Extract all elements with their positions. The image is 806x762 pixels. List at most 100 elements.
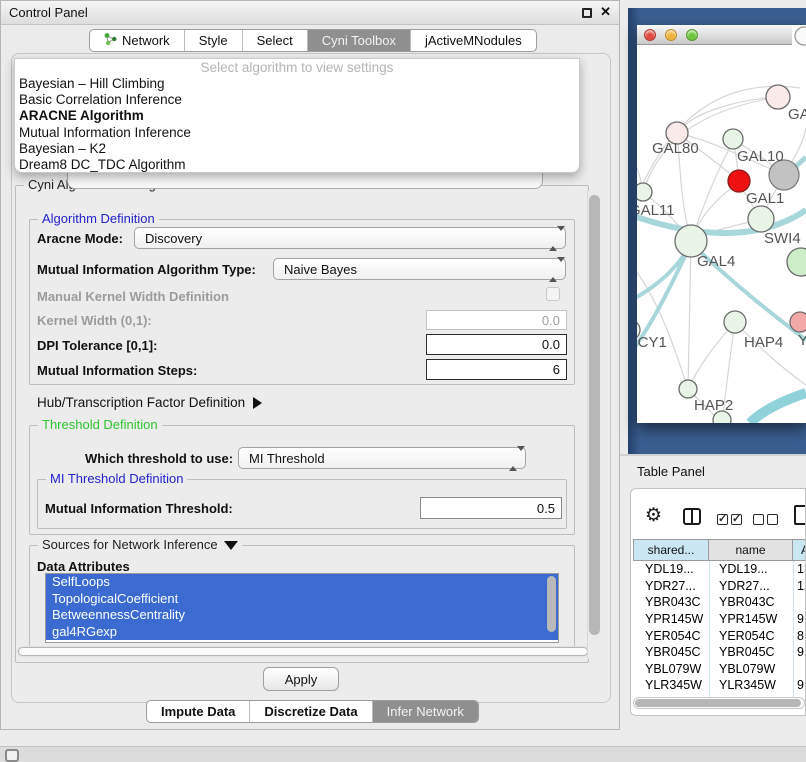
cell[interactable]: YBL079W [709, 662, 793, 676]
aracne-mode-select[interactable]: Discovery [134, 227, 566, 249]
tab-network[interactable]: Network [90, 30, 184, 51]
column-header-name[interactable]: name [709, 539, 793, 561]
kernel-width-label: Kernel Width (0,1): [37, 313, 152, 328]
tab-select[interactable]: Select [242, 30, 307, 51]
network-node-hap4[interactable] [724, 311, 746, 333]
cell[interactable]: YBL079W [633, 662, 709, 676]
network-node[interactable] [787, 248, 806, 276]
network-node[interactable] [795, 27, 806, 45]
which-threshold-select[interactable]: MI Threshold [238, 447, 526, 469]
table-row[interactable]: YBL079WYBL079W [633, 661, 806, 678]
mi-steps-input[interactable]: 6 [426, 359, 567, 380]
zoom-traffic-light-icon[interactable] [686, 29, 698, 41]
table-panel-title: Table Panel [637, 464, 705, 479]
cell[interactable]: 13 [793, 562, 806, 576]
cell[interactable]: 8. [793, 629, 806, 643]
settings-vertical-scrollbar[interactable] [587, 191, 600, 659]
cell[interactable]: YER054C [709, 629, 793, 643]
stepper-icon [549, 231, 558, 246]
tab-infer-network[interactable]: Infer Network [372, 701, 478, 722]
network-node[interactable] [790, 312, 806, 332]
table-row[interactable]: YBR045CYBR045C9. [633, 644, 806, 661]
cell[interactable]: YBR043C [709, 595, 793, 609]
popup-item[interactable]: Dream8 DC_TDC Algorithm [15, 157, 579, 173]
settings-horizontal-scrollbar[interactable] [17, 646, 589, 657]
kernel-width-value: 0.0 [542, 313, 560, 328]
mi-threshold-input[interactable]: 0.5 [420, 497, 562, 519]
cell[interactable]: 9. [793, 678, 806, 692]
node-label: GAL10 [737, 148, 784, 165]
cell[interactable]: YLR345W [709, 678, 793, 692]
popup-item-selected[interactable]: ARACNE Algorithm [15, 108, 579, 124]
table-scrollbar-thumb[interactable] [635, 699, 801, 707]
table-row[interactable]: YPR145WYPR145W9. [633, 611, 806, 628]
cell[interactable]: 9. [793, 645, 806, 659]
table-horizontal-scrollbar[interactable] [633, 697, 805, 709]
hub-definition-toggle[interactable]: Hub/Transcription Factor Definition [37, 395, 262, 410]
cell[interactable]: YPR145W [709, 612, 793, 626]
columns-icon[interactable] [683, 508, 701, 525]
float-window-icon[interactable] [582, 8, 592, 18]
gear-icon[interactable]: ⚙ [645, 504, 662, 527]
table-row[interactable]: YDL19...YDL19...13 [633, 561, 806, 578]
cell[interactable]: YBR043C [633, 595, 709, 609]
control-panel-title: Control Panel [9, 5, 88, 20]
network-node-gal1[interactable] [748, 206, 774, 232]
apply-button[interactable]: Apply [263, 667, 339, 691]
cell[interactable]: YPR145W [633, 612, 709, 626]
list-item[interactable]: SelfLoops [46, 574, 558, 591]
deselect-all-checkboxes-icon[interactable] [753, 512, 781, 530]
cell[interactable]: YDL19... [709, 562, 793, 576]
popup-item[interactable]: Bayesian – K2 [15, 141, 579, 157]
kernel-width-input[interactable]: 0.0 [426, 310, 567, 330]
tab-style[interactable]: Style [184, 30, 242, 51]
cell[interactable]: 9. [793, 612, 806, 626]
cell[interactable]: YDR27... [709, 579, 793, 593]
popup-item[interactable]: Bayesian – Hill Climbing [15, 76, 579, 92]
network-node-red[interactable] [728, 170, 750, 192]
column-header-clipped[interactable]: A [793, 539, 806, 561]
sources-toggle[interactable]: Sources for Network Inference [38, 537, 242, 552]
table-row[interactable]: YBR043CYBR043C [633, 594, 806, 611]
cell[interactable]: YBR045C [633, 645, 709, 659]
mi-algorithm-type-select[interactable]: Naive Bayes [273, 258, 566, 280]
vertical-scrollbar-thumb[interactable] [589, 195, 600, 635]
horizontal-scrollbar-thumb[interactable] [18, 647, 588, 656]
list-item[interactable]: TopologicalCoefficient [46, 591, 558, 608]
tab-jactivemnodules[interactable]: jActiveMNodules [410, 30, 536, 51]
popup-item[interactable]: Mutual Information Inference [15, 125, 579, 141]
network-node[interactable] [766, 85, 790, 109]
cell[interactable]: YLR345W [633, 678, 709, 692]
minimized-panel-icon[interactable] [5, 749, 19, 762]
close-traffic-light-icon[interactable] [644, 29, 656, 41]
table-row[interactable]: YER054CYER054C8. [633, 627, 806, 644]
list-item[interactable]: BetweennessCentrality [46, 607, 558, 624]
popup-item[interactable]: Basic Correlation Inference [15, 92, 579, 108]
close-icon[interactable]: ✕ [600, 4, 611, 20]
manual-kernel-width-checkbox[interactable] [546, 287, 560, 301]
network-node-gal10[interactable] [723, 129, 743, 149]
table-row[interactable]: YLR345WYLR345W9. [633, 677, 806, 694]
minimize-traffic-light-icon[interactable] [665, 29, 677, 41]
tab-impute-data[interactable]: Impute Data [147, 701, 249, 722]
cell[interactable]: 12 [793, 579, 806, 593]
panel-divider[interactable] [620, 454, 806, 456]
table-row[interactable]: YDR27...YDR27...12 [633, 578, 806, 595]
cell[interactable]: YER054C [633, 629, 709, 643]
tab-discretize-data[interactable]: Discretize Data [249, 701, 371, 722]
list-scrollbar-thumb[interactable] [547, 576, 556, 632]
dpi-tolerance-input[interactable]: 0.0 [426, 334, 567, 355]
cell[interactable]: YBR045C [709, 645, 793, 659]
select-all-checkboxes-icon[interactable] [717, 512, 745, 530]
cell[interactable]: YDL19... [633, 562, 709, 576]
list-item[interactable]: gal4RGexp [46, 624, 558, 641]
network-canvas[interactable]: GAL80 GAL10 GAL1 GAL11 SWI4 GAL4 GCY1 HA… [637, 25, 806, 423]
node-label: GAL1 [746, 190, 784, 207]
network-node-gal11[interactable] [637, 183, 652, 201]
cell[interactable]: YDR27... [633, 579, 709, 593]
tab-cyni-toolbox[interactable]: Cyni Toolbox [307, 30, 410, 51]
document-icon[interactable] [794, 505, 806, 525]
column-header-shared-name[interactable]: shared... [633, 539, 709, 561]
hub-definition-label: Hub/Transcription Factor Definition [37, 395, 245, 410]
network-node-hap2[interactable] [679, 380, 697, 398]
